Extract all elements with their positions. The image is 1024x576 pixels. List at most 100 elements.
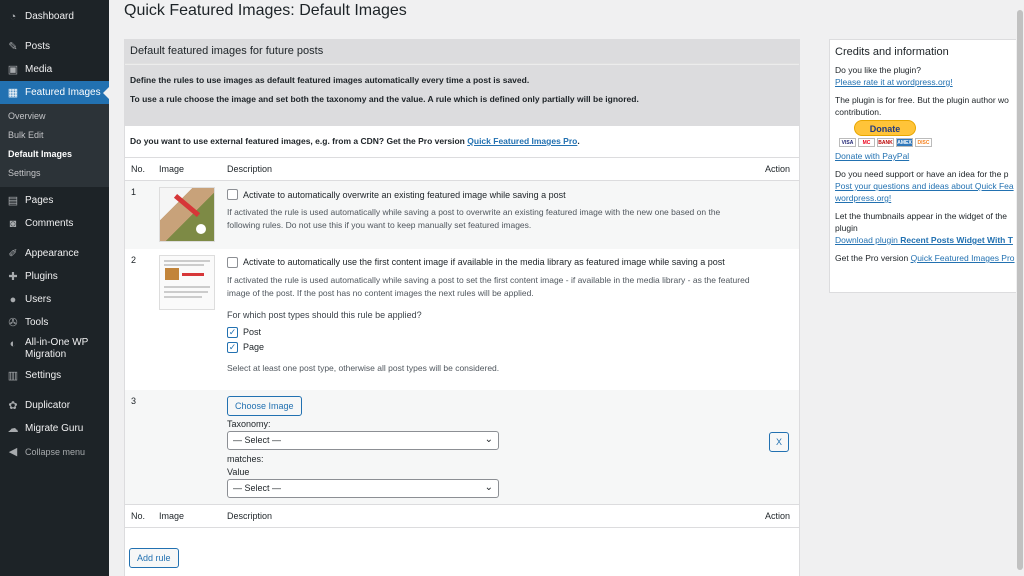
- table-header-row: No. Image Description Action: [125, 157, 799, 181]
- chevron-down-icon: ⌄: [484, 481, 493, 493]
- discover-icon: DISC: [915, 138, 932, 147]
- credits-free-2: contribution.: [835, 107, 882, 117]
- credits-pro-link[interactable]: Quick Featured Images Pro: [911, 253, 1015, 263]
- image-icon: ▦: [7, 87, 19, 99]
- plug-icon: ✚: [8, 271, 18, 283]
- settings-icon: ▥: [7, 370, 19, 382]
- menu-label: Appearance: [25, 248, 79, 259]
- credits-thumbs-1: Let the thumbnails appear in the widget …: [835, 211, 1008, 221]
- menu-featured-images[interactable]: ▦ Featured Images: [0, 81, 109, 104]
- menu-appearance[interactable]: ✐ Appearance: [0, 242, 109, 265]
- migration-icon: ◐: [9, 338, 17, 350]
- menu-label: Tools: [25, 317, 49, 328]
- credits-title: Credits and information: [835, 46, 949, 58]
- scrollbar-thumb[interactable]: [1017, 10, 1023, 570]
- column-footer-description: Description: [221, 503, 759, 528]
- menu-duplicator[interactable]: ✿ Duplicator: [0, 394, 109, 417]
- card-icon: BANK: [877, 138, 894, 147]
- menu-plugins[interactable]: ✚ Plugins: [0, 265, 109, 288]
- support-link-1[interactable]: Post your questions and ideas about Quic…: [835, 181, 1014, 191]
- submenu-bulk-edit[interactable]: Bulk Edit: [0, 126, 109, 145]
- menu-all-in-one-wp-migration[interactable]: ◐ All-in-One WP Migration: [0, 334, 109, 364]
- overwrite-checkbox[interactable]: [227, 189, 238, 200]
- first-image-checkbox[interactable]: [227, 256, 238, 268]
- choose-image-button[interactable]: Choose Image: [227, 395, 302, 416]
- credits-panel: Credits and information Do you like the …: [829, 39, 1024, 293]
- user-icon: ●: [9, 293, 17, 306]
- rule-row-3: 3 Choose Image Taxonomy: — Select — ⌄ mat…: [125, 389, 799, 504]
- menu-posts[interactable]: ✎ Posts: [0, 35, 109, 58]
- post-type-post-label: Post: [243, 327, 262, 337]
- menu-label: Dashboard: [25, 11, 74, 22]
- rule-number: 1: [125, 180, 153, 249]
- menu-migrate-guru[interactable]: ☁ Migrate Guru: [0, 417, 109, 440]
- panel-heading: Default featured images for future posts: [125, 40, 799, 64]
- first-image-help-text: If activated the rule is used automatica…: [227, 274, 750, 298]
- menu-label: Comments: [25, 218, 74, 229]
- admin-sidebar: ◔ Dashboard ✎ Posts ▣ Media ▦ Featured Image…: [0, 0, 109, 576]
- download-widget-name: Recent Posts Widget With T: [900, 235, 1013, 245]
- donate-button[interactable]: Donate: [854, 120, 916, 136]
- rule-number: 3: [125, 389, 153, 504]
- menu-comments[interactable]: ◙ Comments: [0, 212, 109, 235]
- add-rule-button[interactable]: Add rule: [129, 547, 179, 568]
- rule-description: Choose Image Taxonomy: — Select — ⌄ match…: [221, 389, 759, 504]
- overwrite-checkbox-row[interactable]: Activate to automatically overwrite an e…: [227, 189, 753, 200]
- credits-like: Do you like the plugin?: [835, 65, 922, 75]
- rule-action-cell: [759, 180, 799, 249]
- menu-label: Posts: [25, 41, 51, 52]
- column-footer-action: Action: [759, 503, 799, 528]
- value-select[interactable]: — Select — ⌄: [227, 478, 499, 498]
- menu-settings[interactable]: ▥ Settings: [0, 364, 109, 387]
- menu-label: Media: [25, 64, 53, 75]
- page-title: Quick Featured Images: Default Images: [124, 2, 407, 19]
- chevron-down-icon: ⌄: [484, 433, 493, 445]
- cloud-icon: ☁: [7, 423, 19, 435]
- donate-paypal-link[interactable]: Donate with PayPal: [835, 151, 909, 161]
- credits-pro-text: Get the Pro version: [835, 253, 911, 263]
- rule-image-cell: [153, 249, 221, 390]
- submenu-overview[interactable]: Overview: [0, 107, 109, 126]
- submenu-default-images[interactable]: Default Images: [0, 145, 109, 164]
- pin-icon: ✎: [8, 41, 18, 53]
- post-type-page-row[interactable]: ✓ Page: [227, 341, 753, 353]
- menu-users[interactable]: ● Users: [0, 288, 109, 311]
- menu-label: Settings: [25, 370, 62, 381]
- post-type-page-checkbox[interactable]: ✓: [227, 341, 238, 353]
- post-type-post-checkbox[interactable]: ✓: [227, 326, 238, 338]
- download-prefix: Download plugin: [835, 235, 901, 245]
- taxonomy-select[interactable]: — Select — ⌄: [227, 430, 499, 450]
- panel-intro: Define the rules to use images as defaul…: [125, 64, 799, 126]
- payment-cards: VISA MC BANK AMEX DISC: [839, 138, 1023, 147]
- rate-link[interactable]: Please rate it at wordpress.org!: [835, 77, 953, 87]
- rule-row-2: 2 Activate to automatically use the firs…: [125, 249, 799, 390]
- rule-description: Activate to automatically use the first …: [221, 249, 759, 390]
- submenu-settings[interactable]: Settings: [0, 164, 109, 183]
- menu-label: Migrate Guru: [25, 423, 84, 434]
- menu-pages[interactable]: ▤ Pages: [0, 189, 109, 212]
- media-icon: ▣: [7, 64, 19, 76]
- support-link-2[interactable]: wordpress.org!: [835, 193, 891, 203]
- overwrite-checkbox-label: Activate to automatically overwrite an e…: [243, 189, 566, 200]
- menu-media[interactable]: ▣ Media: [0, 58, 109, 81]
- value-label: Value: [227, 466, 250, 477]
- pro-link[interactable]: Quick Featured Images Pro: [467, 136, 577, 146]
- remove-rule-button[interactable]: X: [769, 431, 789, 452]
- first-content-image-thumbnail: [159, 254, 215, 310]
- menu-label: All-in-One WP Migration: [25, 337, 89, 360]
- collapse-menu[interactable]: ◀ Collapse menu: [0, 440, 109, 463]
- download-widget-link[interactable]: Download plugin Recent Posts Widget With…: [835, 235, 1013, 245]
- brush-icon: ✐: [8, 248, 18, 260]
- menu-tools[interactable]: ✇ Tools: [0, 311, 109, 334]
- rule-action-cell: [759, 249, 799, 390]
- menu-dashboard[interactable]: ◔ Dashboard: [0, 5, 109, 28]
- column-header-description: Description: [221, 157, 759, 181]
- menu-label: Plugins: [25, 271, 58, 282]
- pro-notice-text: Do you want to use external featured ima…: [130, 136, 465, 146]
- page-scrollbar[interactable]: [1016, 0, 1024, 576]
- post-type-post-row[interactable]: ✓ Post: [227, 326, 753, 338]
- menu-label: Duplicator: [25, 400, 71, 411]
- taxonomy-select-value: — Select —: [233, 434, 282, 445]
- menu-label: Collapse menu: [25, 446, 86, 457]
- first-image-checkbox-row[interactable]: Activate to automatically use the first …: [227, 256, 753, 268]
